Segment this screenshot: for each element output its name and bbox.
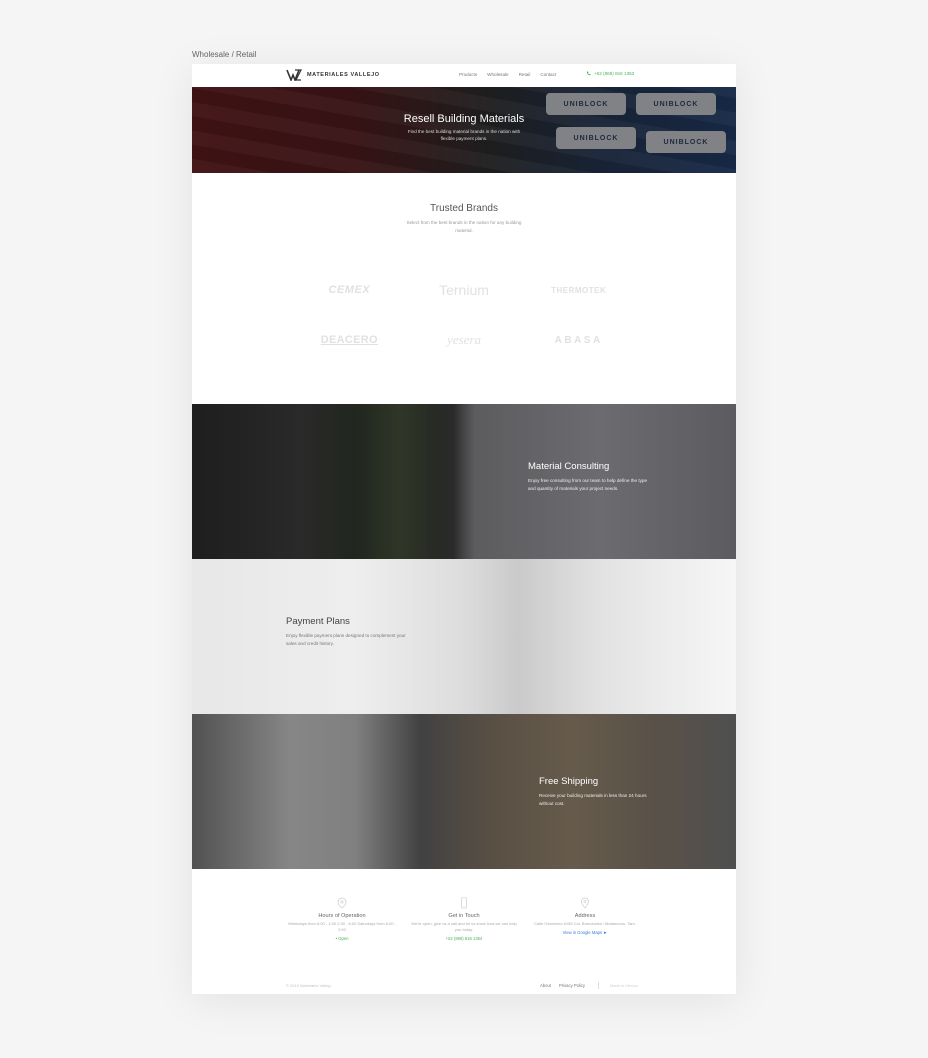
- hours-title: Hours of Operation: [318, 913, 366, 919]
- consulting-desc: Enjoy free consulting from our team to h…: [528, 478, 647, 491]
- address-text: Calle Ozernicho #156 Col. Buenavista / M…: [534, 921, 636, 926]
- brand-logo-ternium: Ternium: [439, 282, 489, 298]
- logo-text: MATERIALES VALLEJO: [307, 72, 380, 78]
- footer-link-privacy[interactable]: Privacy Policy: [559, 983, 585, 988]
- hero-title: Resell Building Materials: [403, 113, 525, 125]
- payment-text: Payment Plans Enjoy flexible payment pla…: [286, 616, 416, 648]
- brand-logo-deacero: DEACERO: [320, 334, 378, 346]
- nav-contact[interactable]: Contact: [540, 72, 556, 77]
- contact-phone-link[interactable]: +52 (868) 816 1354: [409, 936, 519, 941]
- bag-label: UNIBLOCK: [636, 93, 716, 115]
- hero-content: Resell Building Materials Find the best …: [192, 113, 736, 142]
- brands-title: Trusted Brands: [430, 203, 498, 214]
- logo[interactable]: MATERIALES VALLEJO: [286, 69, 380, 81]
- brands-subtitle: Select from the best brands in the natio…: [406, 220, 522, 233]
- page: MATERIALES VALLEJO Products Wholesale Re…: [192, 64, 736, 994]
- footer-link-about[interactable]: About: [540, 983, 551, 988]
- nav-retail[interactable]: Retail: [519, 72, 531, 77]
- payment-background-image: [192, 559, 736, 714]
- frame-label: Wholesale / Retail: [192, 50, 257, 59]
- hours-text: Weekdays from 8:00 - 1:00 2:30 - 6:00 Sa…: [288, 921, 396, 932]
- phone-icon: [586, 71, 591, 76]
- shipping-text: Free Shipping Receive your building mate…: [539, 776, 659, 808]
- location-pin-icon: [581, 897, 589, 909]
- mobile-phone-icon: [461, 897, 467, 909]
- feature-payment-plans: Payment Plans Enjoy flexible payment pla…: [192, 559, 736, 714]
- nav-wholesale[interactable]: Wholesale: [487, 72, 508, 77]
- brand-logo-abasa: ABASA: [554, 334, 603, 346]
- consulting-background-image: [192, 404, 736, 559]
- contact-text: We're open, give us a call and let us kn…: [411, 921, 517, 932]
- info-section: Hours of Operation Weekdays from 8:00 - …: [192, 869, 736, 949]
- payment-desc: Enjoy flexible payment plans designed to…: [286, 633, 406, 646]
- footer-credit: Made in Mexico: [610, 983, 639, 988]
- shipping-desc: Receive your building materials in less …: [539, 793, 647, 806]
- copyright: © 2016 Materiales Vallejo: [286, 983, 332, 988]
- address-title: Address: [574, 913, 596, 919]
- footer-links: About Privacy Policy: [540, 983, 585, 988]
- bag-label: UNIBLOCK: [546, 93, 626, 115]
- clock-icon: [337, 897, 347, 909]
- brand-logo-yesera: yesera: [447, 332, 481, 347]
- phone-number: +52 (868) 816 1353: [594, 71, 635, 76]
- info-contact: Get in Touch We're open, give us a call …: [409, 897, 519, 941]
- consulting-text: Material Consulting Enjoy free consultin…: [528, 461, 648, 493]
- info-address: Address Calle Ozernicho #156 Col. Buenav…: [530, 897, 640, 935]
- brand-logo-thermotek: THERMOTEK: [551, 285, 607, 295]
- main-nav: Products Wholesale Retail Contact: [459, 72, 556, 77]
- brand-logo-cemex: CEMEX: [328, 284, 371, 296]
- info-hours: Hours of Operation Weekdays from 8:00 - …: [287, 897, 397, 941]
- nav-products[interactable]: Products: [459, 72, 477, 77]
- google-maps-link[interactable]: View in Google Maps ►: [530, 930, 640, 935]
- footer-divider: [598, 982, 599, 989]
- hero-banner: UNIBLOCK UNIBLOCK UNIBLOCK UNIBLOCK Rese…: [192, 87, 736, 173]
- feature-free-shipping: Free Shipping Receive your building mate…: [192, 714, 736, 869]
- consulting-title: Material Consulting: [528, 461, 610, 472]
- hero-subtitle: Find the best building material brands i…: [407, 129, 521, 141]
- site-header: MATERIALES VALLEJO Products Wholesale Re…: [192, 64, 736, 87]
- logo-mark-icon: [286, 69, 302, 81]
- feature-material-consulting: Material Consulting Enjoy free consultin…: [192, 404, 736, 559]
- brand-grid: CEMEX Ternium THERMOTEK DEACERO yesera A…: [292, 265, 636, 365]
- shipping-title: Free Shipping: [539, 776, 599, 787]
- site-footer: © 2016 Materiales Vallejo About Privacy …: [192, 949, 736, 994]
- payment-title: Payment Plans: [286, 616, 350, 627]
- contact-title: Get in Touch: [448, 913, 480, 919]
- hours-open-status: • Open: [335, 936, 349, 941]
- brands-section: Trusted Brands Select from the best bran…: [192, 173, 736, 404]
- header-phone[interactable]: +52 (868) 816 1353: [586, 71, 634, 76]
